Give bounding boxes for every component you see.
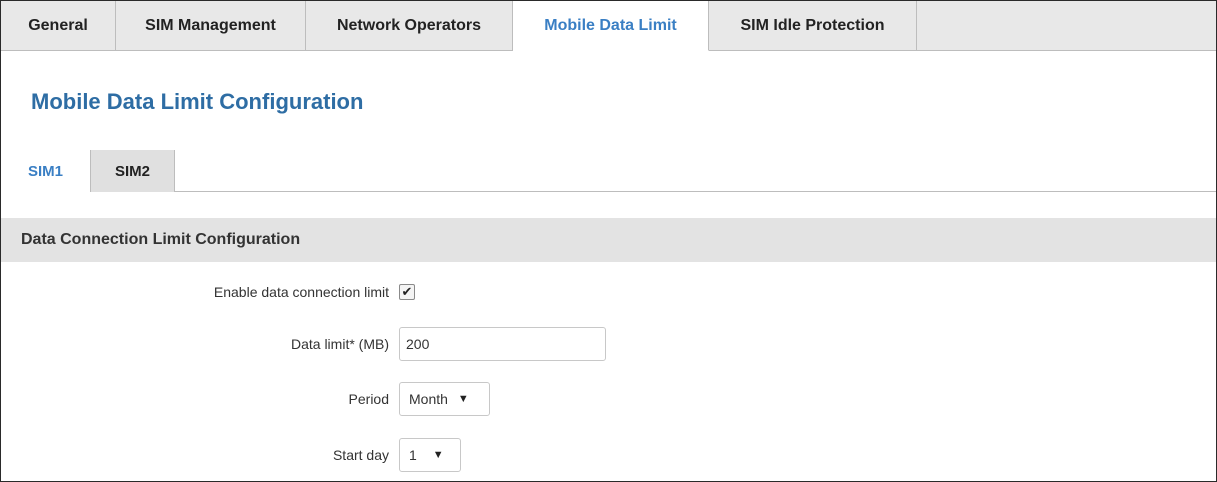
period-select[interactable]: Month ▼ (399, 382, 490, 416)
data-limit-label: Data limit* (MB) (290, 336, 389, 352)
tab-sim-idle-protection[interactable]: SIM Idle Protection (709, 1, 917, 51)
dropdown-arrow-icon: ▼ (457, 393, 469, 405)
tab-general[interactable]: General (1, 1, 116, 51)
tab-sim1[interactable]: SIM1 (1, 150, 91, 192)
enable-limit-checkbox[interactable]: ✔ (399, 284, 415, 300)
period-selected-value: Month (409, 391, 448, 407)
dropdown-arrow-icon: ▼ (432, 449, 444, 461)
page-title: Mobile Data Limit Configuration (31, 89, 364, 114)
start-day-label: Start day (332, 447, 389, 463)
data-limit-input[interactable] (399, 327, 606, 361)
tab-sim-management[interactable]: SIM Management (116, 1, 306, 51)
sim-tab-bar: SIM1 SIM2 (1, 150, 175, 192)
tab-bar-filler (917, 1, 1216, 51)
enable-limit-row: Enable data connection limit ✔ (1, 282, 1216, 302)
section-header: Data Connection Limit Configuration (1, 218, 1216, 262)
tab-network-operators[interactable]: Network Operators (306, 1, 513, 51)
app-frame: General SIM Management Network Operators… (0, 0, 1217, 482)
tab-mobile-data-limit[interactable]: Mobile Data Limit (513, 1, 709, 51)
period-label: Period (348, 391, 389, 407)
top-tab-bar: General SIM Management Network Operators… (1, 1, 917, 51)
period-row: Period Month ▼ (1, 382, 1216, 416)
section-title: Data Connection Limit Configuration (21, 231, 301, 248)
enable-limit-label: Enable data connection limit (213, 284, 389, 300)
start-day-select[interactable]: 1 ▼ (399, 438, 461, 472)
tab-sim2[interactable]: SIM2 (91, 150, 175, 192)
checkmark-icon: ✔ (401, 284, 413, 299)
start-day-row: Start day 1 ▼ (1, 438, 1216, 472)
data-limit-row: Data limit* (MB) (1, 327, 1216, 361)
sim-tab-divider (175, 191, 1216, 192)
start-day-selected-value: 1 (409, 447, 417, 463)
